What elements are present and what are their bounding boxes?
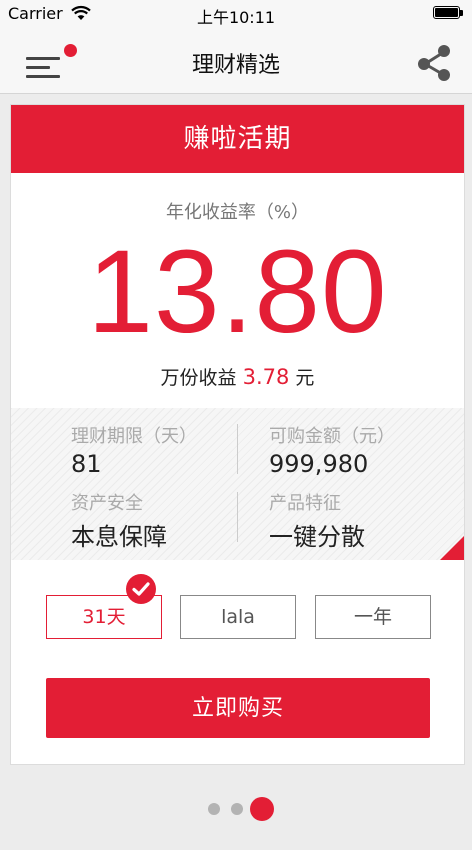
detail-term: 理财期限（天） 81 [71, 422, 197, 478]
nav-bar: 理财精选 [0, 28, 472, 94]
detail-value: 一键分散 [269, 523, 365, 551]
product-card: 赚啦活期 年化收益率（%） 13.80 万份收益 3.78 元 理财期限（天） … [10, 104, 465, 765]
product-details: 理财期限（天） 81 可购金额（元） 999,980 资产安全 本息保障 产品特… [11, 408, 464, 560]
income-value: 3.78 [242, 365, 290, 389]
detail-safety: 资产安全 本息保障 [71, 489, 167, 552]
option-label: lala [221, 606, 255, 628]
rate-label: 年化收益率（%） [165, 202, 310, 223]
term-option-year[interactable]: 一年 [315, 595, 431, 639]
menu-button[interactable] [24, 44, 80, 80]
detail-label: 资产安全 [71, 493, 143, 514]
detail-divider [237, 492, 238, 542]
battery-icon [433, 6, 463, 19]
income-label: 万份收益 [160, 367, 237, 389]
detail-value: 本息保障 [71, 523, 167, 551]
page-indicator [0, 795, 472, 821]
notification-dot [64, 44, 77, 57]
corner-marker [440, 536, 464, 560]
detail-value: 81 [71, 450, 102, 478]
option-label: 一年 [353, 606, 392, 628]
detail-label: 产品特征 [269, 493, 341, 514]
rate-value: 13.80 [87, 226, 388, 358]
detail-feature: 产品特征 一键分散 [269, 489, 365, 552]
status-time: 上午10:11 [196, 8, 276, 27]
detail-label: 可购金额（元） [269, 426, 395, 447]
term-option-lala[interactable]: lala [180, 595, 296, 639]
page-dot[interactable] [231, 803, 243, 815]
income-unit: 元 [295, 367, 315, 389]
share-icon[interactable] [414, 42, 456, 82]
product-name: 赚啦活期 [11, 105, 464, 173]
page-dot-active[interactable] [250, 797, 274, 821]
detail-divider [237, 424, 238, 474]
option-label: 31天 [82, 606, 126, 628]
income-row: 万份收益 3.78 元 [11, 363, 464, 390]
detail-label: 理财期限（天） [71, 426, 197, 447]
page-dot[interactable] [208, 803, 220, 815]
status-bar: Carrier 上午10:11 [0, 0, 472, 28]
detail-value: 999,980 [269, 450, 369, 478]
term-option-31[interactable]: 31天 [46, 574, 162, 639]
term-options: 31天 lala 一年 [11, 574, 464, 639]
buy-now-button[interactable]: 立即购买 [46, 678, 430, 738]
detail-amount: 可购金额（元） 999,980 [269, 422, 395, 478]
checkmark-icon [126, 574, 156, 604]
